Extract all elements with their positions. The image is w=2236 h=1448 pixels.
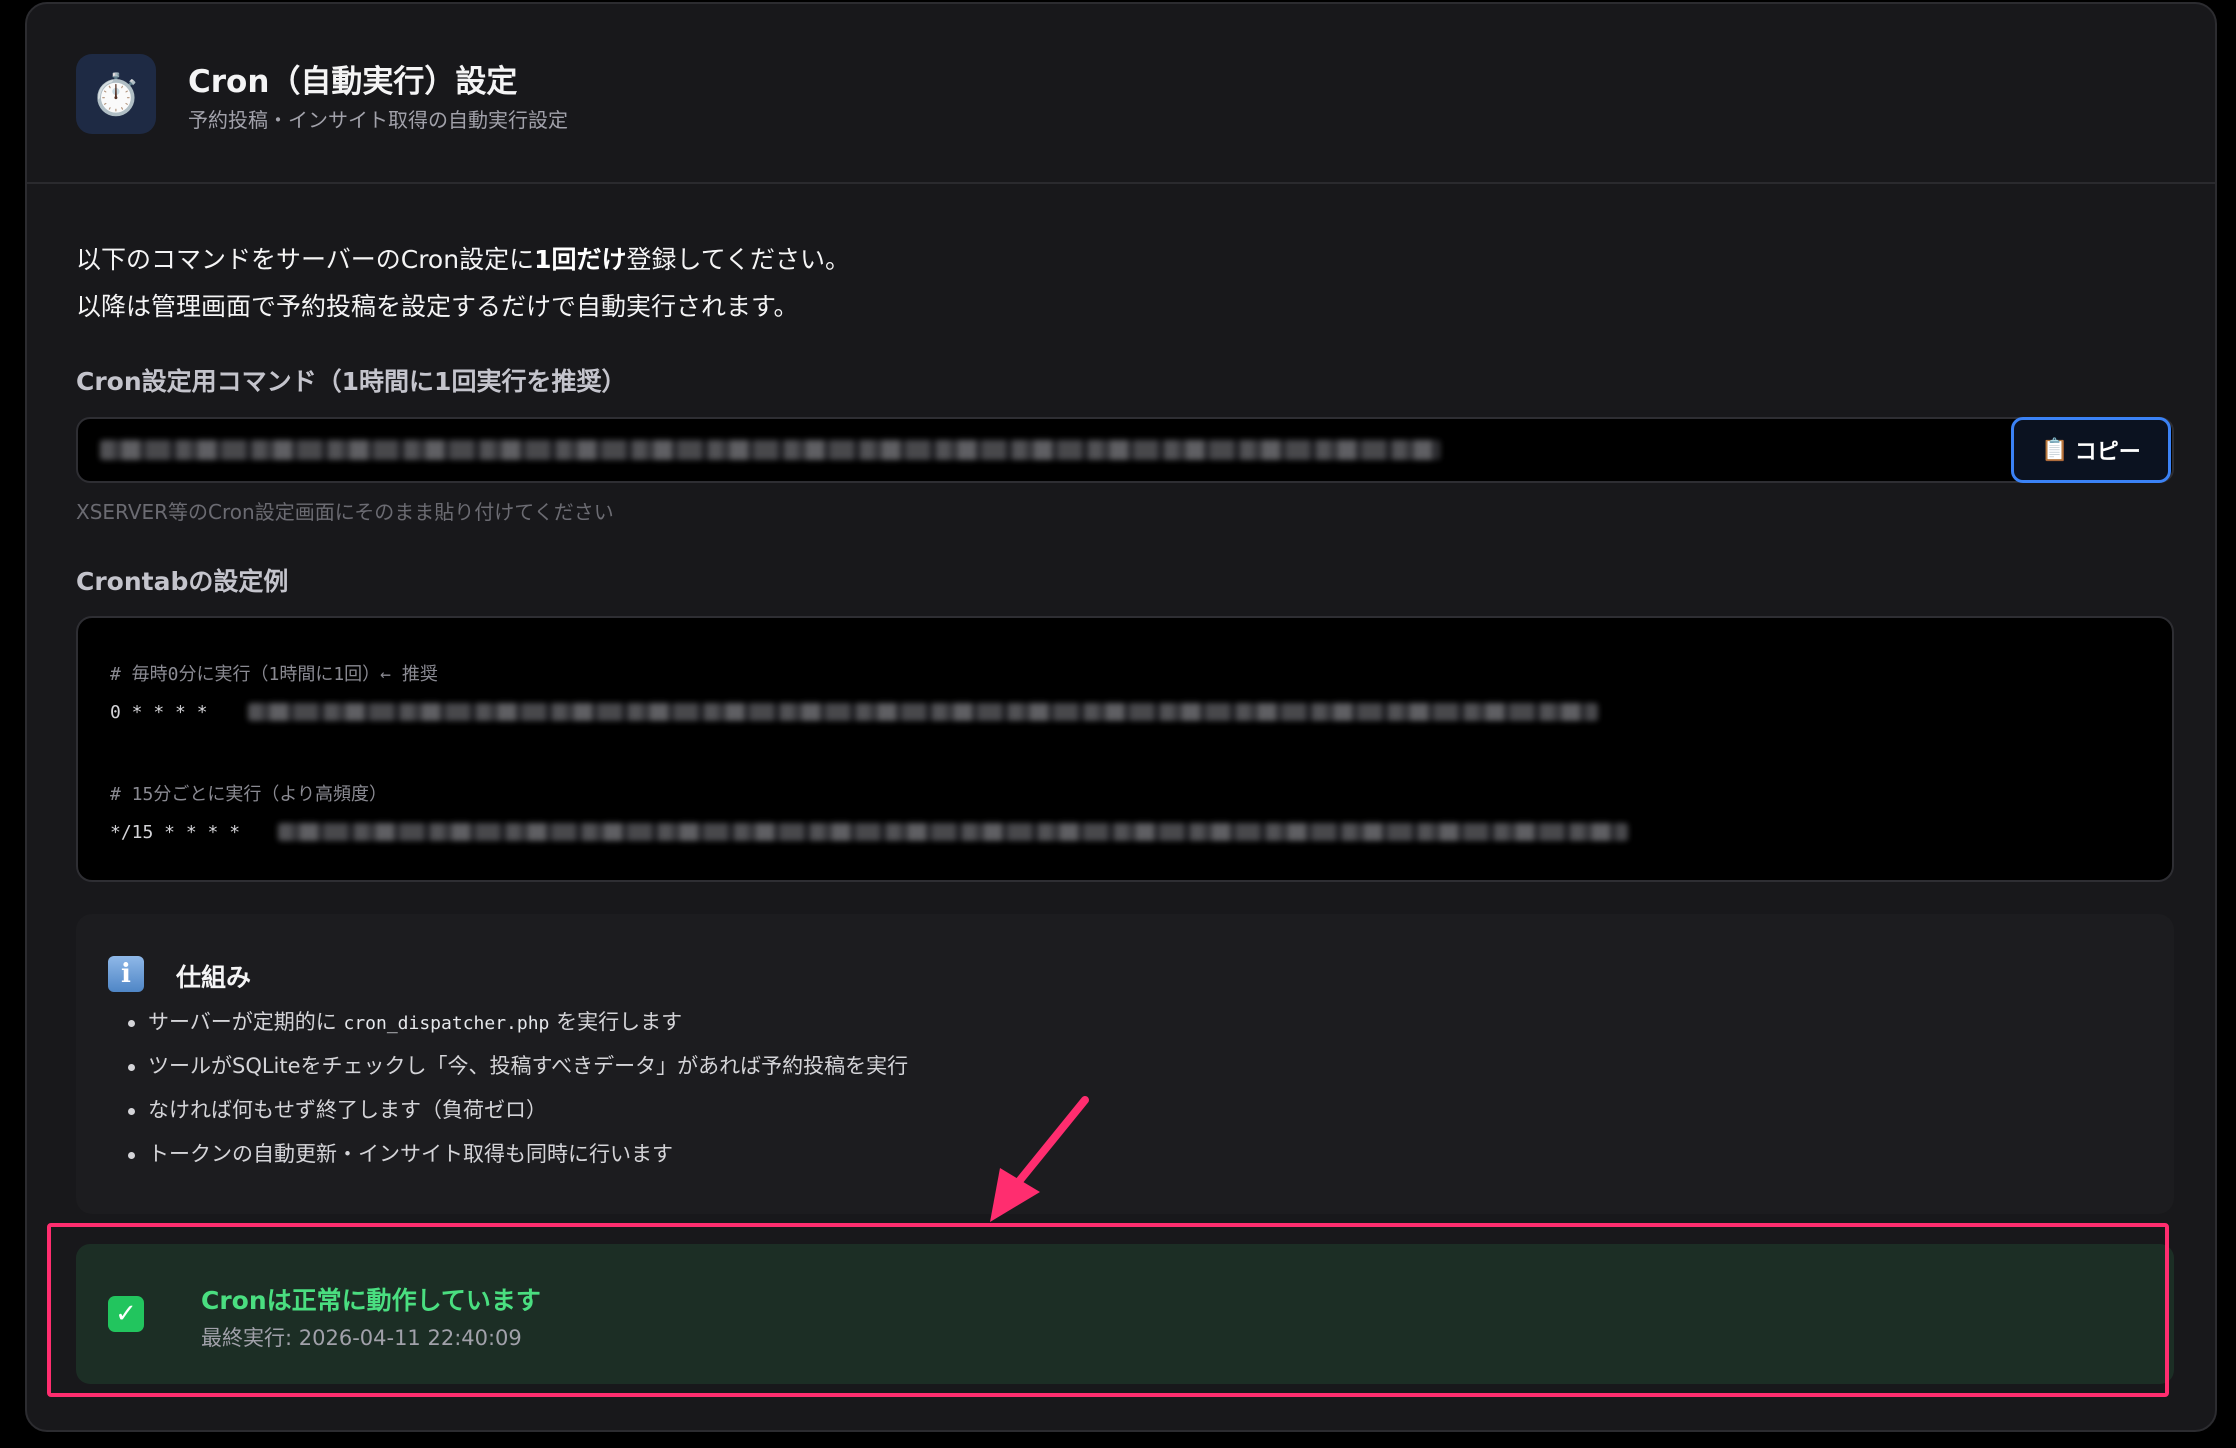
card-header: ⏱️ Cron（自動実行）設定 予約投稿・インサイト取得の自動実行設定 — [27, 4, 2215, 184]
last-run-timestamp: 最終実行: 2026-04-11 22:40:09 — [201, 1326, 522, 1350]
command-label: Cron設定用コマンド（1時間に1回実行を推奨） — [76, 367, 627, 396]
info-icon: i — [108, 956, 144, 992]
status-title: Cronは正常に動作しています — [201, 1286, 541, 1315]
redacted-command — [278, 823, 1628, 841]
dispatcher-filename: cron_dispatcher.php — [343, 1013, 550, 1034]
copy-button[interactable]: 📋 コピー — [2011, 417, 2171, 483]
info-title: 仕組み — [176, 963, 252, 992]
crontab-comment-hourly: # 毎時0分に実行（1時間に1回）← 推奨 — [110, 664, 438, 685]
redacted-command — [248, 703, 1598, 721]
intro-line-1: 以下のコマンドをサーバーのCron設定に1回だけ登録してください。 — [76, 245, 850, 274]
crontab-comment-15min: # 15分ごとに実行（より高頻度） — [110, 784, 387, 805]
list-item: サーバーが定期的に cron_dispatcher.php を実行します — [124, 1000, 908, 1044]
cron-command-field[interactable] — [76, 417, 2174, 483]
copy-button-label: コピー — [2074, 440, 2141, 465]
list-item: なければ何もせず終了します（負荷ゼロ） — [124, 1088, 908, 1132]
info-list: サーバーが定期的に cron_dispatcher.php を実行します ツール… — [124, 1000, 908, 1176]
how-it-works-panel: i 仕組み サーバーが定期的に cron_dispatcher.php を実行し… — [76, 914, 2174, 1214]
intro-text: 以下のコマンドをサーバーのCron設定に1回だけ登録してください。 以降は管理画… — [76, 236, 850, 330]
command-hint: XSERVER等のCron設定画面にそのまま貼り付けてください — [76, 500, 614, 524]
cron-status-banner: ✓ Cronは正常に動作しています 最終実行: 2026-04-11 22:40… — [76, 1244, 2174, 1384]
list-item: トークンの自動更新・インサイト取得も同時に行います — [124, 1132, 908, 1176]
stopwatch-icon: ⏱️ — [76, 54, 156, 134]
cron-settings-card: ⏱️ Cron（自動実行）設定 予約投稿・インサイト取得の自動実行設定 以下のコ… — [25, 2, 2217, 1432]
redacted-command — [100, 440, 1440, 460]
page-subtitle: 予約投稿・インサイト取得の自動実行設定 — [188, 108, 568, 132]
clipboard-icon: 📋 — [2041, 437, 2069, 463]
check-icon: ✓ — [108, 1296, 144, 1332]
list-item: ツールがSQLiteをチェックし「今、投稿すべきデータ」があれば予約投稿を実行 — [124, 1044, 908, 1088]
crontab-line-15min: */15 * * * * — [110, 822, 241, 843]
crontab-example-block: # 毎時0分に実行（1時間に1回）← 推奨 0 * * * * # 15分ごとに… — [76, 616, 2174, 882]
intro-line-2: 以降は管理画面で予約投稿を設定するだけで自動実行されます。 — [76, 292, 799, 321]
page-title: Cron（自動実行）設定 — [188, 64, 518, 100]
intro-emphasis: 1回だけ — [534, 245, 627, 274]
crontab-label: Crontabの設定例 — [76, 567, 289, 596]
crontab-line-hourly: 0 * * * * — [110, 702, 208, 723]
